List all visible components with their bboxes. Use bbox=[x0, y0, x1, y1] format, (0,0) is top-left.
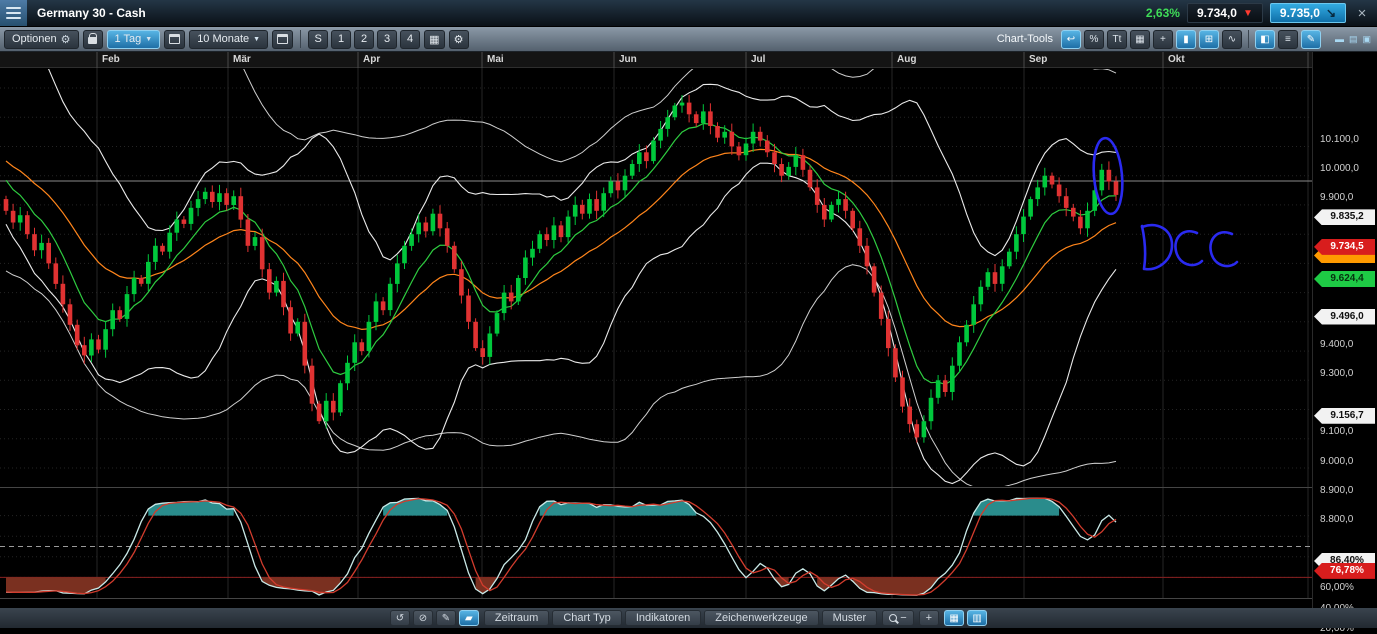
menu-icon[interactable] bbox=[0, 0, 27, 26]
range-value: 10 Monate bbox=[197, 33, 250, 45]
panel-layout-icon[interactable]: ▥ bbox=[967, 610, 988, 626]
toolbar-separator bbox=[300, 30, 302, 48]
chart-typ-button[interactable]: Chart Typ bbox=[552, 610, 622, 626]
ask-price: 9.735,0 bbox=[1279, 6, 1320, 20]
disable-drawing-icon[interactable]: ⊘ bbox=[412, 610, 433, 626]
zeitraum-button[interactable]: Zeitraum bbox=[483, 610, 550, 626]
title-bar: Germany 30 - Cash 2,63% 9.734,0 ▼ 9.735,… bbox=[0, 0, 1377, 27]
calendar-from-button[interactable] bbox=[164, 29, 186, 49]
price-tick: 9.400,0 bbox=[1320, 338, 1354, 350]
chart-tools-group: ↩% Tt ▦ + ▮ ⊞ ∿ ◧ ≡ ✎ bbox=[1060, 29, 1321, 49]
calendar-icon bbox=[277, 34, 289, 44]
optionen-button[interactable]: Optionen ⚙ bbox=[4, 29, 79, 49]
price-tick: 9.100,0 bbox=[1320, 426, 1354, 438]
hand-drawn-annotation bbox=[1092, 136, 1239, 271]
interval-dropdown[interactable]: 1 Tag ▼ bbox=[106, 29, 161, 49]
indicator-wave-icon[interactable]: ∿ bbox=[1221, 29, 1242, 49]
price-axis[interactable]: 10.100,0 10.000,0 9.900,0 9.400,0 9.300,0 9.1… bbox=[1312, 52, 1377, 634]
snapshot-icon[interactable]: ◧ bbox=[1254, 29, 1275, 49]
oscillator-tick: 60,00% bbox=[1320, 582, 1354, 594]
white-axis-badge: 9.835,2 bbox=[1314, 209, 1375, 226]
chevron-down-icon: ▼ bbox=[145, 35, 153, 43]
pencil-icon[interactable]: ✎ bbox=[435, 610, 456, 626]
gear-icon: ⚙ bbox=[60, 33, 71, 46]
instrument-title: Germany 30 - Cash bbox=[37, 6, 146, 20]
fit-chart-icon[interactable]: ▦ bbox=[944, 610, 965, 626]
grid-icon[interactable]: ▦ bbox=[1129, 29, 1150, 49]
list-icon[interactable]: ≡ bbox=[1277, 29, 1298, 49]
price-tick: 9.300,0 bbox=[1320, 367, 1354, 379]
sell-price-button[interactable]: 9.734,0 ▼ bbox=[1186, 3, 1263, 23]
timeframe-group: S1234 bbox=[308, 29, 421, 49]
brush-icon[interactable]: ▰ bbox=[458, 610, 479, 626]
price-down-arrow-icon: ▼ bbox=[1242, 7, 1253, 19]
percent-scale-icon[interactable]: % bbox=[1083, 29, 1104, 49]
buy-price-button[interactable]: 9.735,0 ↘ bbox=[1269, 3, 1346, 23]
bid-price: 9.734,0 bbox=[1196, 6, 1237, 20]
chart-toolbar: Optionen ⚙ 1 Tag ▼ 10 Monate ▼ S1234 ▦ ⚙… bbox=[0, 27, 1377, 52]
candlesticks bbox=[3, 94, 1119, 443]
bottom-toolbar: ↺ ⊘ ✎ ▰ Zeitraum Chart Typ Indikatoren Zeichen… bbox=[0, 608, 1377, 628]
lock-button[interactable] bbox=[82, 29, 103, 49]
zoom-out-button[interactable]: − bbox=[882, 610, 914, 626]
chart-menu-group: Zeitraum Chart Typ Indikatoren Zeichenwerkz… bbox=[483, 610, 878, 626]
range-dropdown[interactable]: 10 Monate ▼ bbox=[189, 29, 269, 49]
muster-button[interactable]: Muster bbox=[821, 610, 878, 626]
price-tick: 10.100,0 bbox=[1320, 134, 1359, 145]
price-tick: 8.900,0 bbox=[1320, 484, 1354, 496]
change-percent: 2,63% bbox=[1145, 6, 1180, 20]
drawing-tools-group: ↺ ⊘ ✎ ▰ bbox=[389, 610, 479, 626]
crosshair-icon[interactable]: + bbox=[1152, 29, 1173, 49]
red-axis-badge: 76,78% bbox=[1314, 562, 1375, 579]
price-tick: 10.000,0 bbox=[1320, 163, 1359, 175]
white-axis-badge: 9.496,0 bbox=[1314, 308, 1375, 325]
green-axis-badge: 9.624,4 bbox=[1314, 271, 1375, 288]
maximize-window-icon[interactable]: ▣ bbox=[1362, 34, 1371, 45]
lock-icon bbox=[88, 33, 98, 44]
interval-value: 1 Tag bbox=[114, 33, 142, 45]
candle-type-icon[interactable]: ▮ bbox=[1175, 29, 1196, 49]
price-trend-arrow-icon: ↘ bbox=[1325, 6, 1336, 20]
toolbar-separator bbox=[1247, 30, 1249, 48]
calendar-to-button[interactable] bbox=[272, 29, 294, 49]
price-tick: 9.000,0 bbox=[1320, 455, 1354, 467]
red-axis-badge: 9.734,5 bbox=[1314, 238, 1375, 255]
timeframe-2-button[interactable]: 2 bbox=[354, 29, 375, 49]
timeframe-3-button[interactable]: 3 bbox=[377, 29, 398, 49]
window-controls: ▬ ▤ ▣ bbox=[1333, 34, 1371, 45]
chart-layout-button[interactable]: ▦ bbox=[424, 29, 445, 49]
overlay-window-icon[interactable]: ⊞ bbox=[1198, 29, 1219, 49]
zoom-in-button[interactable]: + bbox=[918, 610, 940, 626]
magnifier-icon bbox=[889, 614, 898, 622]
chart-settings-button[interactable]: ⚙ bbox=[448, 29, 469, 49]
reset-view-icon[interactable]: ↺ bbox=[389, 610, 410, 626]
calendar-icon bbox=[169, 34, 181, 44]
timeframe-4-button[interactable]: 4 bbox=[400, 29, 421, 49]
indikatoren-button[interactable]: Indikatoren bbox=[624, 610, 702, 626]
close-icon[interactable]: × bbox=[1353, 5, 1371, 22]
zeichenwerkzeuge-button[interactable]: Zeichenwerkzeuge bbox=[704, 610, 819, 626]
minus-icon: − bbox=[900, 612, 907, 624]
chart-tools-label: Chart-Tools bbox=[996, 33, 1053, 45]
chart-canvas[interactable] bbox=[0, 52, 1312, 608]
price-tick: 9.900,0 bbox=[1320, 192, 1354, 204]
chart-area[interactable]: FebMärAprMaiJunJulAugSepOktNov 10.100,01… bbox=[0, 52, 1377, 634]
price-tick: 8.800,0 bbox=[1320, 514, 1354, 525]
plus-icon: + bbox=[925, 612, 933, 624]
chevron-down-icon: ▼ bbox=[253, 35, 261, 43]
tile-window-icon[interactable]: ▤ bbox=[1349, 34, 1358, 45]
pan-back-icon[interactable]: ↩ bbox=[1060, 29, 1081, 49]
white-axis-badge: 9.156,7 bbox=[1314, 407, 1375, 424]
view-tools-group: ▦ ▥ bbox=[944, 610, 988, 626]
minimize-window-icon[interactable]: ▬ bbox=[1335, 34, 1344, 44]
text-size-icon[interactable]: Tt bbox=[1106, 29, 1127, 49]
draw-mode-icon[interactable]: ✎ bbox=[1300, 29, 1321, 49]
optionen-label: Optionen bbox=[12, 33, 57, 45]
timeframe-1-button[interactable]: 1 bbox=[331, 29, 352, 49]
timeframe-s-button[interactable]: S bbox=[308, 29, 329, 49]
